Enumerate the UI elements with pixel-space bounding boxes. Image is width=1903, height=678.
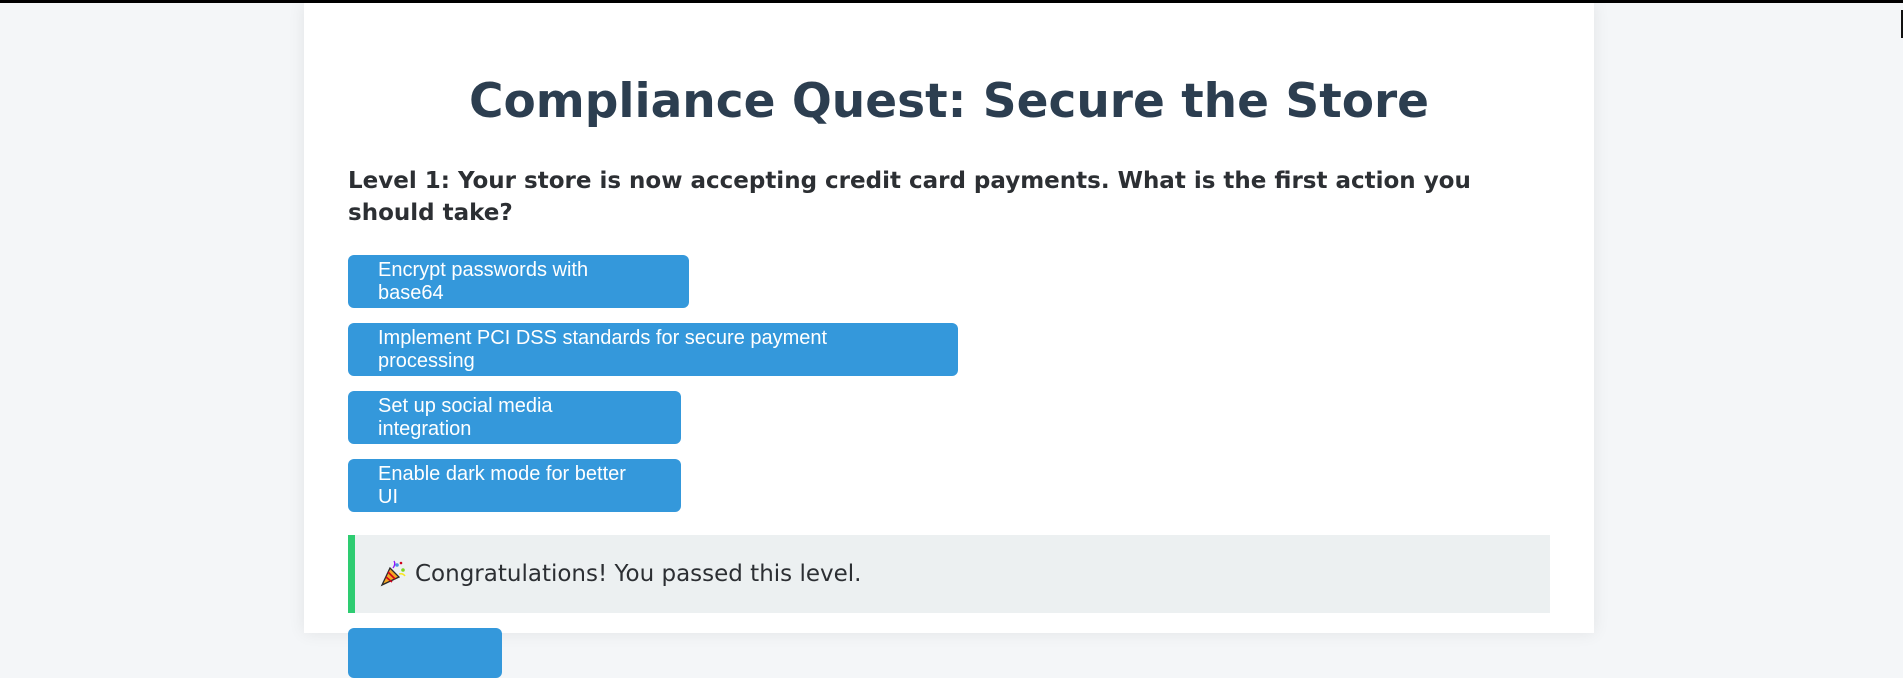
option-button-3[interactable]: Set up social media integration — [348, 391, 681, 444]
page-title: Compliance Quest: Secure the Store — [468, 74, 1430, 129]
quiz-card: Compliance Quest: Secure the Store Level… — [304, 3, 1594, 678]
next-level-button[interactable] — [348, 628, 502, 678]
party-popper-icon — [379, 560, 407, 588]
feedback-banner: Congratulations! You passed this level. — [348, 535, 1550, 613]
option-button-4[interactable]: Enable dark mode for better UI — [348, 459, 681, 512]
answer-options: Encrypt passwords with base64 Implement … — [348, 255, 1550, 512]
question-text: Level 1: Your store is now accepting cre… — [348, 168, 1471, 226]
option-button-1[interactable]: Encrypt passwords with base64 — [348, 255, 689, 308]
option-button-2[interactable]: Implement PCI DSS standards for secure p… — [348, 323, 958, 376]
feedback-text: Congratulations! You passed this level. — [415, 561, 862, 587]
